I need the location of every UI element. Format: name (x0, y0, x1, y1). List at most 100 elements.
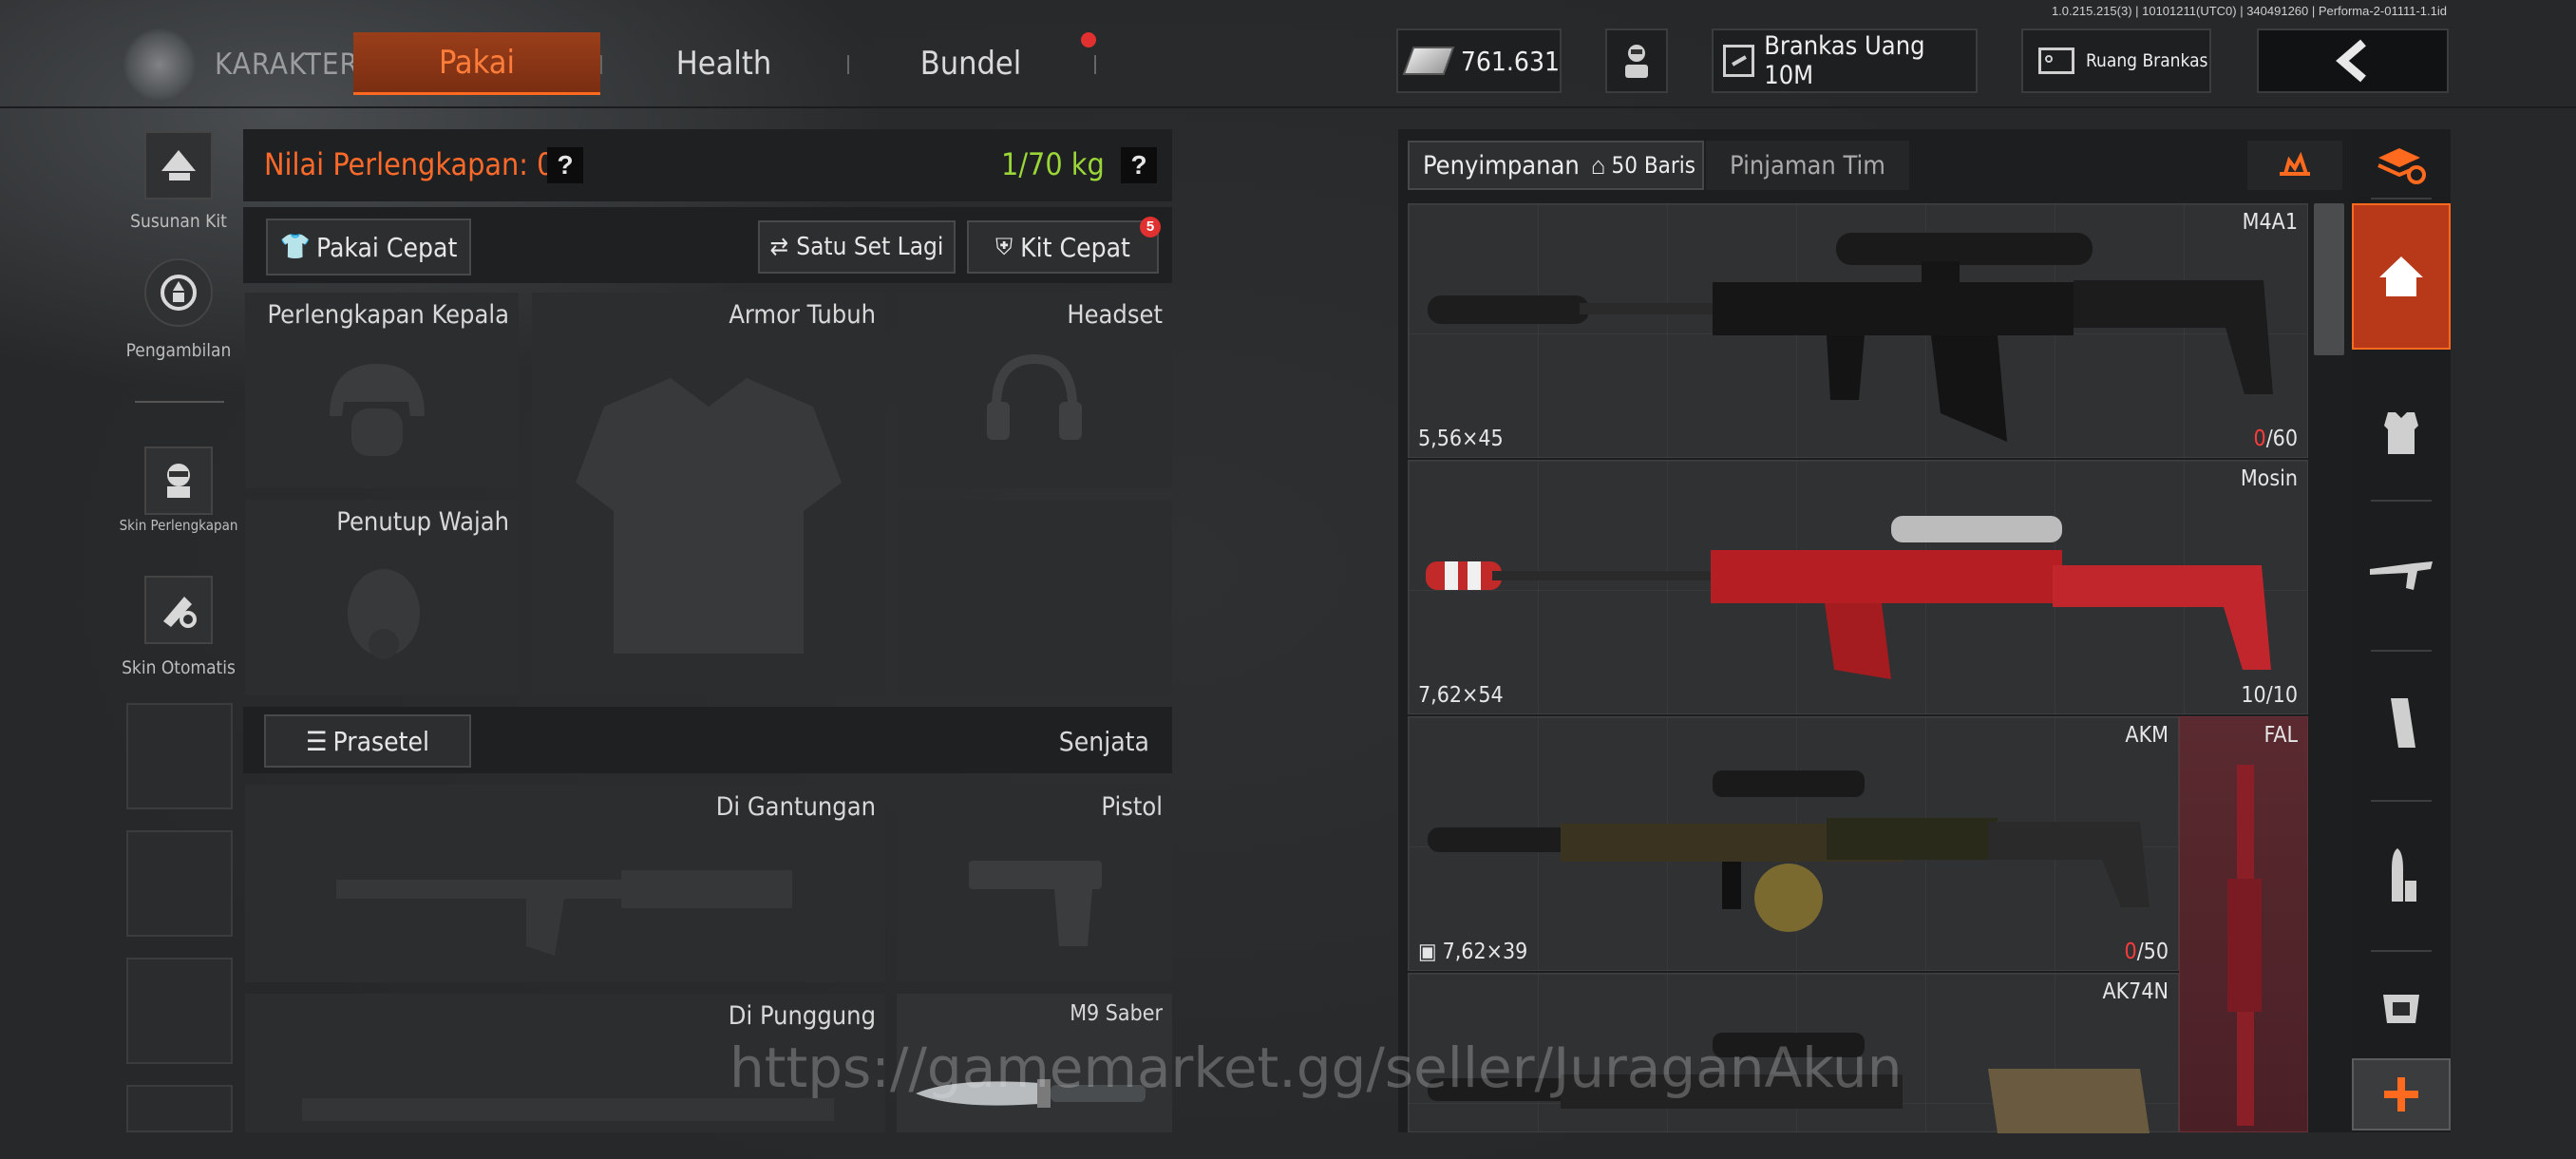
slot-body-label: Armor Tubuh (729, 300, 876, 330)
stack-refresh-icon (2377, 148, 2426, 184)
tab-separator (1094, 55, 1096, 74)
slot-melee-label: M9 Saber (1070, 1001, 1163, 1026)
rail-ammo-button[interactable] (2352, 813, 2451, 937)
version-info: 1.0.215.215(3) | 10101211(UTC0) | 340491… (2051, 4, 2447, 18)
ammo-count-total: /10 (2265, 683, 2298, 708)
rail-magazine-button[interactable] (2352, 661, 2451, 785)
tab-health[interactable]: Health (617, 32, 830, 95)
rail-divider (2371, 800, 2432, 802)
tab-team-loan[interactable]: Pinjaman Tim (1706, 141, 1909, 190)
preset-label: Prasetel (332, 725, 430, 757)
empty-kit-slot[interactable] (126, 958, 233, 1064)
rail-add-button[interactable] (2352, 1058, 2451, 1130)
mosin-rifle-icon (1426, 516, 2271, 679)
slot-body-armor[interactable]: Armor Tubuh (532, 293, 885, 695)
quick-kit-button[interactable]: ⛨ Kit Cepat (967, 220, 1159, 274)
tab-bundel[interactable]: Bundel (864, 32, 1077, 95)
auto-skin-icon (163, 597, 197, 628)
rail-divider (2371, 500, 2432, 502)
weapon-count: 0/50 (2125, 940, 2169, 964)
rail-weapons-button[interactable] (2352, 513, 2451, 636)
shield-icon: ⛨ (995, 234, 1013, 260)
m4a1-rifle-icon (1428, 233, 2273, 442)
back-button[interactable] (2257, 28, 2449, 93)
equipment-value-help[interactable]: ? (547, 147, 583, 183)
top-divider (0, 106, 2576, 108)
one-more-set-button[interactable]: ⇄ Satu Set Lagi (758, 220, 956, 274)
vest-icon (2384, 412, 2418, 454)
weapon-card-mosin[interactable]: Mosin 7,62×54 10/10 (1408, 460, 2308, 714)
fal-rifle-icon (2227, 765, 2262, 1126)
preset-icon: ☰ (305, 725, 328, 757)
tab-separator (600, 55, 602, 74)
empty-kit-slot[interactable] (126, 703, 233, 809)
vault-room-button[interactable]: Ruang Brankas (2021, 28, 2211, 93)
weapon-name: FAL (2263, 723, 2298, 748)
caliber-text: 7,62×39 (1442, 940, 1528, 964)
rail-armor-button[interactable] (2352, 370, 2451, 494)
slot-head-gear[interactable]: Perlengkapan Kepala (245, 293, 519, 488)
rail-stack-button[interactable] (2352, 137, 2451, 194)
tab-storage[interactable]: Penyimpanan ⌂ 50 Baris (1408, 141, 1704, 190)
weapon-name: AKM (2125, 723, 2169, 748)
currency-display: 761.631 (1396, 28, 1562, 93)
sidebar-divider (135, 401, 224, 403)
rail-divider (2371, 950, 2432, 952)
weight-label: 1/70 kg (1001, 146, 1105, 182)
ammo-box-icon: ▣ (1418, 940, 1437, 964)
weapon-count: 0/60 (2254, 427, 2298, 451)
sort-button[interactable] (2247, 141, 2342, 190)
sidebar-label-kit: Susunan Kit (130, 211, 227, 232)
refresh-icon: ⇄ (769, 233, 789, 261)
ammo-icon (2392, 848, 2416, 902)
backpack-icon (2383, 995, 2419, 1023)
slot-sling-weapon[interactable]: Di Gantungan (245, 785, 885, 982)
helmet-icon (330, 364, 425, 456)
operator-button[interactable] (1605, 28, 1668, 93)
gas-mask-icon (348, 569, 420, 659)
weapon-card-akm[interactable]: AKM ▣ 7,62×39 0/50 (1408, 716, 2179, 971)
storage-scrollbar[interactable] (2314, 203, 2344, 355)
tab-pakai[interactable]: Pakai (353, 32, 600, 95)
empty-kit-slot[interactable] (126, 830, 233, 937)
vault-money-button[interactable]: Brankas Uang 10M (1712, 28, 1978, 93)
rail-gear-button[interactable] (2352, 960, 2451, 1054)
home-icon (2379, 256, 2423, 296)
weight-help[interactable]: ? (1121, 147, 1157, 183)
slot-face-cover[interactable]: Penutup Wajah (245, 500, 519, 695)
slot-headset[interactable]: Headset (897, 293, 1172, 488)
ammo-count-current: 0 (2253, 427, 2266, 451)
weapon-name: AK74N (2102, 979, 2169, 1004)
rail-divider (2371, 198, 2432, 200)
empty-kit-slot[interactable] (126, 1085, 233, 1132)
pistol-silhouette-icon (969, 861, 1102, 946)
slot-sling-label: Di Gantungan (715, 792, 876, 822)
preset-button[interactable]: ☰ Prasetel (264, 714, 471, 768)
gear-skin-button[interactable] (144, 446, 213, 515)
weapon-card-m4a1[interactable]: M4A1 5,56×45 0/60 (1408, 203, 2308, 458)
auto-skin-button[interactable] (144, 576, 213, 644)
quick-wear-label: Pakai Cepat (316, 231, 458, 263)
shirt-icon: 👕 (279, 233, 312, 261)
quick-kit-badge: 5 (1140, 217, 1161, 238)
quick-wear-button[interactable]: 👕 Pakai Cepat (266, 218, 471, 276)
equipment-value-label: Nilai Perlengkapan: 0 (264, 146, 555, 182)
slot-back-label: Di Punggung (728, 1001, 876, 1031)
vault-money-label: Brankas Uang 10M (1764, 31, 1925, 90)
slot-pistol[interactable]: Pistol (897, 785, 1172, 982)
slot-headset-label: Headset (1067, 300, 1163, 330)
akm-rifle-icon (1428, 770, 2150, 932)
weapon-name: Mosin (2240, 466, 2298, 491)
rail-home-button[interactable] (2352, 203, 2451, 350)
weapon-card-fal[interactable]: FAL (2179, 716, 2308, 1132)
vault-room-label: Ruang Brankas (2086, 50, 2208, 71)
slot-head-label: Perlengkapan Kepala (267, 300, 509, 330)
weapon-caliber: ▣ 7,62×39 (1418, 940, 1527, 964)
back-arrow-icon (2336, 39, 2366, 83)
rifle-silhouette-icon (336, 870, 792, 956)
currency-amount: 761.631 (1460, 45, 1560, 77)
weapon-count: 10/10 (2241, 683, 2298, 708)
retrieve-button[interactable] (144, 258, 213, 327)
ammo-count-total: /60 (2265, 427, 2298, 451)
kit-layout-button[interactable] (144, 131, 213, 200)
